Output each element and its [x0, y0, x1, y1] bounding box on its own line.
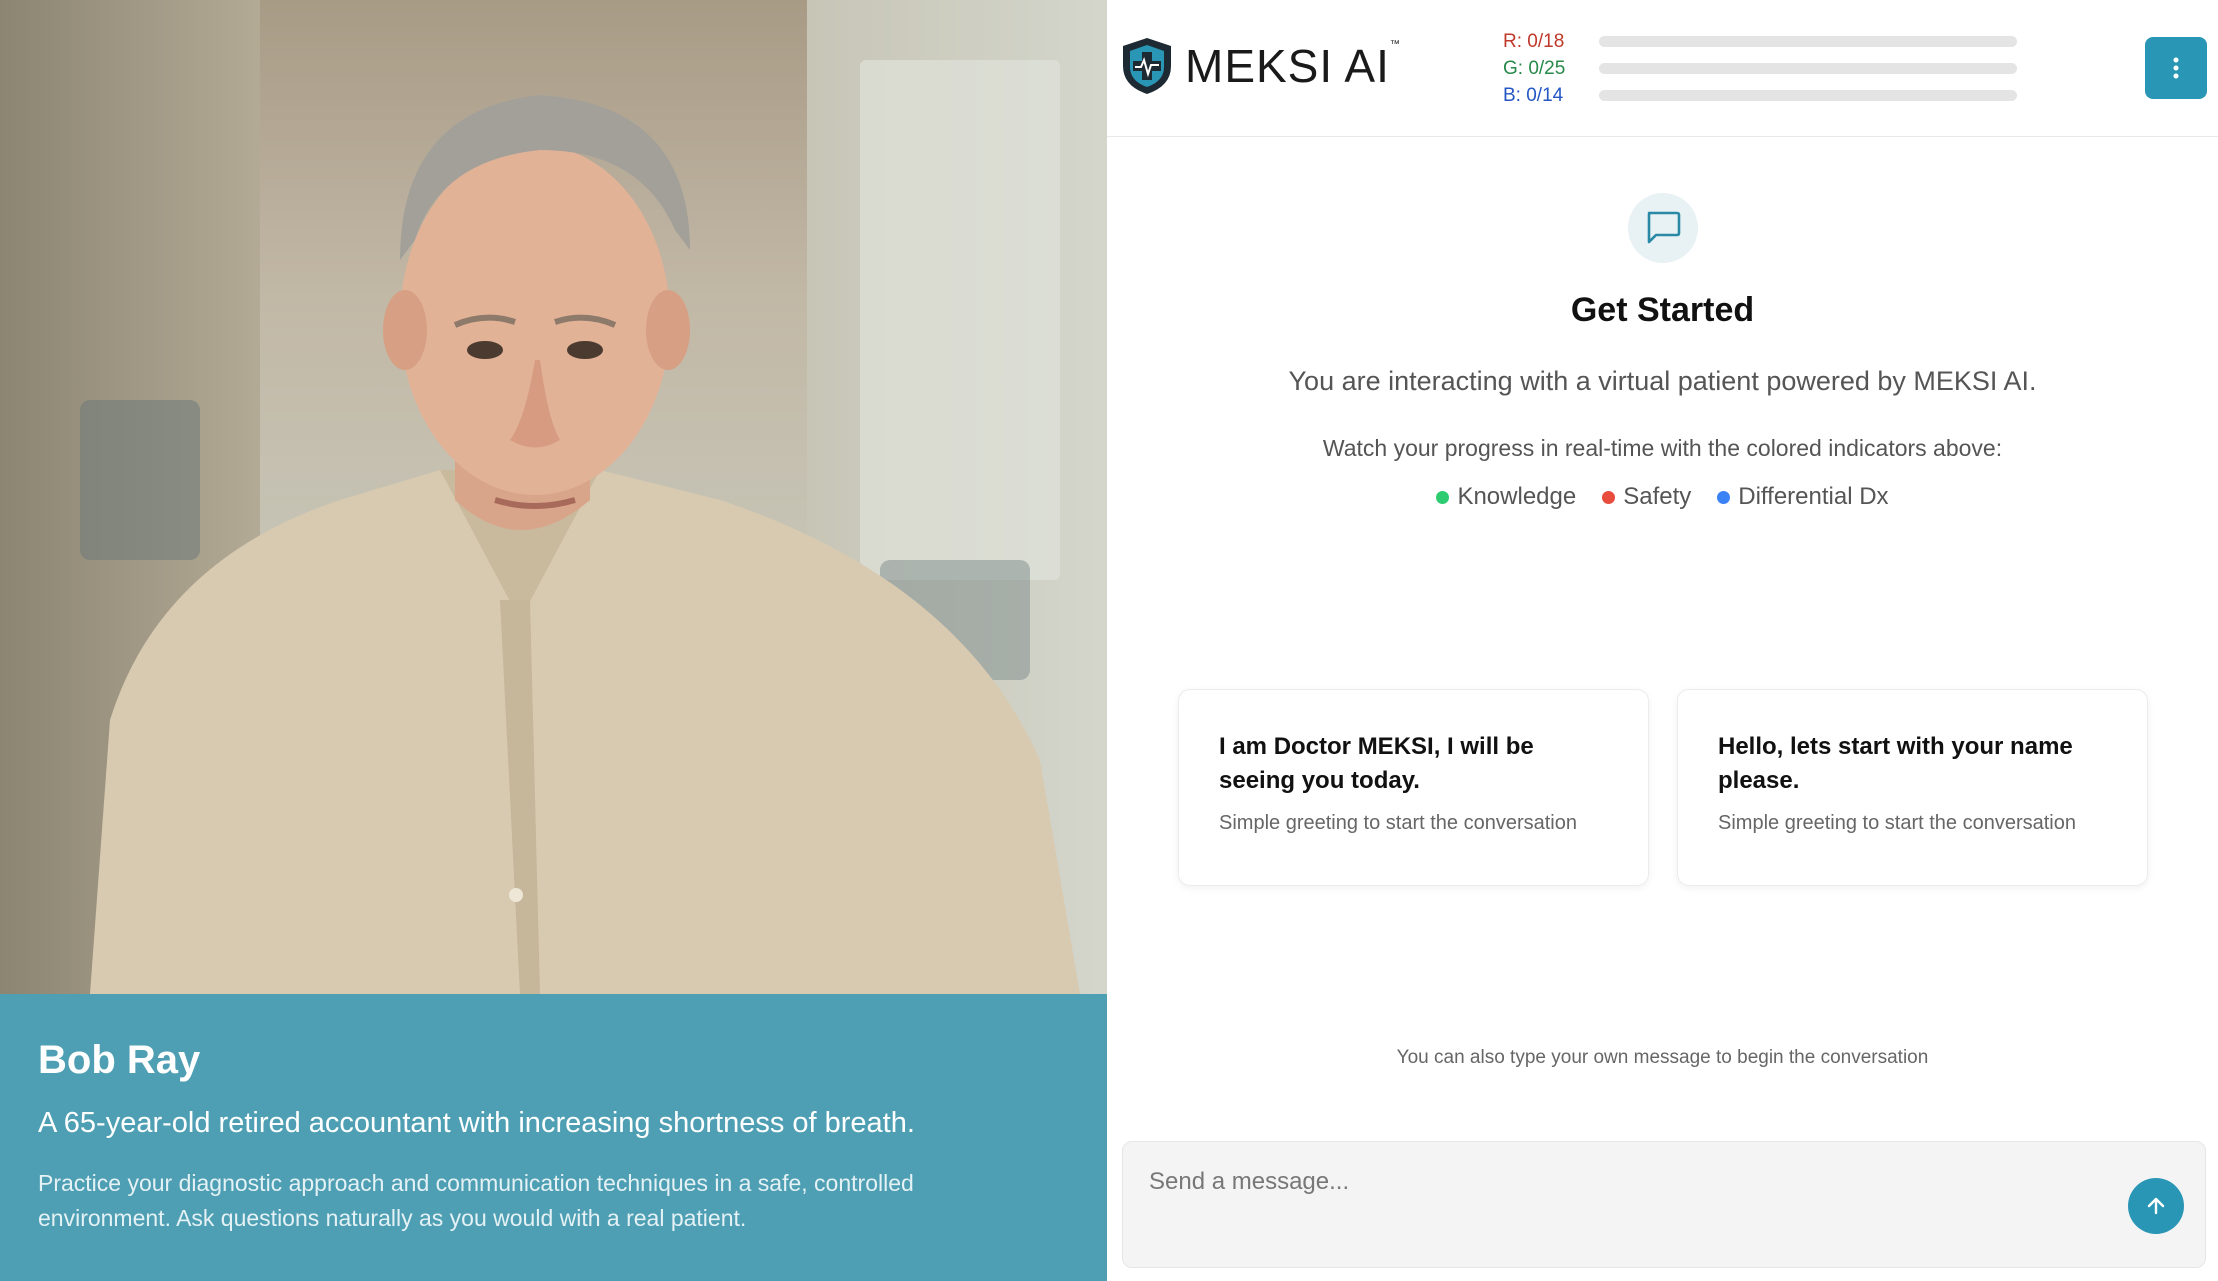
patient-description: Practice your diagnostic approach and co… [38, 1170, 914, 1231]
logo: MEKSI AI™ [1121, 36, 1401, 96]
logo-trademark: ™ [1389, 39, 1401, 50]
score-row-r: R: 0/18 [1503, 28, 2017, 55]
app-root: Bob Ray A 65-year-old retired accountant… [0, 0, 2218, 1281]
patient-name: Bob Ray [38, 1038, 201, 1082]
chat-bubble-icon [1647, 211, 1681, 244]
score-bar-b [1599, 90, 2017, 101]
score-label-r: R: 0/18 [1503, 30, 1565, 52]
red-dot-icon [1602, 490, 1616, 504]
patient-tagline: A 65-year-old retired accountant with in… [38, 1107, 915, 1139]
progress-instructions: Watch your progress in real-time with th… [1322, 435, 2003, 461]
suggestion-title: Hello, lets start with your name please. [1718, 733, 2073, 794]
score-bar-g [1599, 63, 2017, 74]
patient-panel: Bob Ray A 65-year-old retired accountant… [0, 0, 1107, 1281]
score-indicators: R: 0/18 G: 0/25 B: 0/14 [1503, 28, 2017, 109]
shield-cross-icon [1123, 38, 1171, 94]
patient-photo [0, 0, 1107, 994]
blue-dot-icon [1717, 490, 1731, 504]
score-label-b: B: 0/14 [1503, 84, 1564, 106]
chat-bubble-badge [1628, 193, 1698, 263]
patient-portrait-image [90, 95, 1080, 994]
intro-text: You are interacting with a virtual patie… [1288, 366, 2037, 396]
vertical-dots-icon [2173, 57, 2179, 79]
green-dot-icon [1436, 490, 1450, 504]
logo-text: MEKSI AI [1185, 40, 1390, 92]
suggestion-subtitle: Simple greeting to start the conversatio… [1718, 812, 2076, 834]
composer-hint: You can also type your own message to be… [1396, 1047, 1929, 1068]
send-button[interactable] [2128, 1178, 2184, 1234]
score-bar-r [1599, 36, 2017, 47]
chat-main: Get Started You are interacting with a v… [1107, 137, 2218, 1281]
suggestion-cards: I am Doctor MEKSI, I will be seeing you … [1178, 689, 2148, 886]
chat-panel: MEKSI AI™ R: 0/18 G: 0/25 B: 0/14 Get St… [1107, 0, 2218, 1281]
menu-button[interactable] [2145, 37, 2207, 99]
indicator-legend: Knowledge Safety Differential Dx [1107, 483, 2218, 511]
page-title: Get Started [1570, 291, 1755, 329]
score-row-b: B: 0/14 [1503, 82, 2017, 109]
message-input[interactable] [1149, 1162, 2049, 1202]
legend-safety: Safety [1602, 483, 1691, 511]
suggestion-card-introduction[interactable]: I am Doctor MEKSI, I will be seeing you … [1178, 689, 1649, 886]
score-row-g: G: 0/25 [1503, 55, 2017, 82]
message-composer [1122, 1141, 2206, 1268]
legend-differential-dx: Differential Dx [1717, 483, 1889, 511]
arrow-up-icon [2147, 1197, 2165, 1215]
score-label-g: G: 0/25 [1503, 57, 1566, 79]
header: MEKSI AI™ R: 0/18 G: 0/25 B: 0/14 [1107, 0, 2218, 137]
suggestion-subtitle: Simple greeting to start the conversatio… [1219, 812, 1577, 834]
patient-info-card: Bob Ray A 65-year-old retired accountant… [0, 994, 1107, 1281]
suggestion-card-ask-name[interactable]: Hello, lets start with your name please.… [1677, 689, 2148, 886]
suggestion-title: I am Doctor MEKSI, I will be seeing you … [1219, 733, 1534, 794]
legend-knowledge: Knowledge [1436, 483, 1576, 511]
